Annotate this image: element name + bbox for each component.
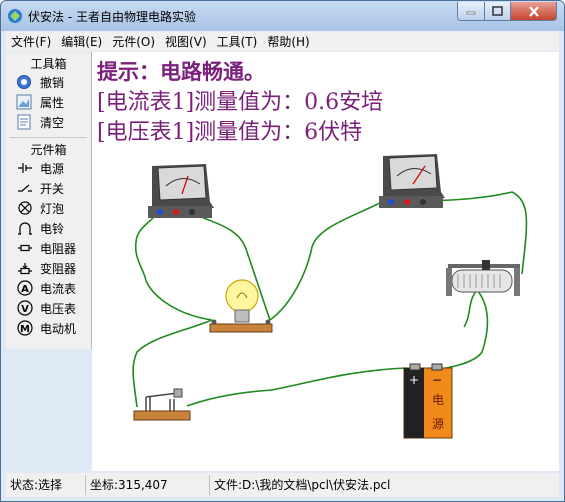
- close-icon: [528, 5, 539, 17]
- component-bell-label: 电铃: [40, 221, 65, 236]
- voltmeter-icon: V: [16, 300, 34, 316]
- tool-properties-label: 属性: [40, 95, 65, 110]
- svg-text:−: −: [432, 373, 442, 387]
- component-voltmeter-label: 电压表: [40, 301, 77, 316]
- wires: [132, 191, 528, 408]
- component-rheostat[interactable]: 变阻器: [6, 258, 91, 278]
- svg-text:A: A: [21, 284, 29, 295]
- status-bar: 状态:选择 坐标:315,407 文件:D:\我的文档\pcl\伏安法.pcl: [6, 473, 559, 497]
- lamp-icon: [16, 200, 34, 216]
- voltmeter-device: [379, 154, 445, 208]
- battery-device: + − 电 源: [403, 363, 453, 439]
- components-title: 元件箱: [30, 143, 67, 157]
- svg-text:M: M: [20, 324, 30, 335]
- tool-undo[interactable]: 撤销: [6, 72, 91, 92]
- resistor-icon: [16, 240, 34, 256]
- wire: [269, 201, 383, 321]
- component-switch[interactable]: 开关: [6, 178, 91, 198]
- toolbox-title: 工具箱: [30, 57, 67, 71]
- menu-view[interactable]: 视图(V): [160, 33, 212, 50]
- menu-bar: 文件(F) 编辑(E) 元件(O) 视图(V) 工具(T) 帮助(H): [6, 31, 559, 51]
- battery-icon: [16, 160, 34, 176]
- panel-divider: [10, 132, 87, 138]
- battery-label-top: 电: [432, 393, 444, 407]
- component-voltmeter[interactable]: V 电压表: [6, 298, 91, 318]
- minimize-icon: [466, 11, 476, 15]
- tool-clear[interactable]: 清空: [6, 112, 91, 132]
- left-panel: 工具箱 撤销 属性 清空 元件箱 电源 开关 灯泡 电铃 电阻器 变阻器 A 电…: [6, 52, 92, 349]
- component-rheostat-label: 变阻器: [40, 261, 77, 276]
- maximize-button[interactable]: [484, 2, 511, 21]
- ammeter-device: [148, 164, 214, 218]
- svg-text:+: +: [409, 373, 419, 387]
- component-lamp-label: 灯泡: [40, 201, 65, 216]
- tool-undo-label: 撤销: [40, 75, 65, 90]
- rheostat-device: [446, 260, 520, 296]
- switch-icon: [16, 180, 34, 196]
- title-bar[interactable]: 伏安法 - 王者自由物理电路实验: [1, 1, 564, 31]
- lamp-device: [209, 279, 273, 333]
- minimize-button[interactable]: [457, 2, 485, 21]
- circuit-canvas[interactable]: 提示：电路畅通。 [电流表1]测量值为：0.6安培 [电压表1]测量值为：6伏特: [92, 52, 559, 471]
- component-battery[interactable]: 电源: [6, 158, 91, 178]
- undo-icon: [16, 74, 32, 90]
- tool-clear-label: 清空: [40, 115, 65, 130]
- clear-icon: [16, 114, 32, 130]
- properties-icon: [16, 94, 32, 110]
- wire: [463, 289, 478, 328]
- component-battery-label: 电源: [40, 161, 65, 176]
- component-resistor[interactable]: 电阻器: [6, 238, 91, 258]
- component-switch-label: 开关: [40, 181, 65, 196]
- component-motor[interactable]: M 电动机: [6, 318, 91, 338]
- menu-file[interactable]: 文件(F): [6, 33, 56, 50]
- menu-help[interactable]: 帮助(H): [262, 33, 314, 50]
- status-state: 状态:选择: [6, 475, 86, 495]
- component-bell[interactable]: 电铃: [6, 218, 91, 238]
- component-ammeter-label: 电流表: [40, 281, 77, 296]
- component-lamp[interactable]: 灯泡: [6, 198, 91, 218]
- component-ammeter[interactable]: A 电流表: [6, 278, 91, 298]
- wire: [186, 367, 408, 407]
- battery-label-bottom: 源: [432, 417, 444, 431]
- maximize-icon: [492, 6, 503, 16]
- rheostat-icon: [16, 260, 34, 276]
- app-window: 伏安法 - 王者自由物理电路实验 文件(F) 编辑(E) 元件(O) 视图(V)…: [0, 0, 565, 502]
- component-resistor-label: 电阻器: [40, 241, 77, 256]
- status-coords: 坐标:315,407: [86, 475, 210, 495]
- status-file: 文件:D:\我的文档\pcl\伏安法.pcl: [214, 478, 391, 492]
- menu-edit[interactable]: 编辑(E): [56, 33, 107, 50]
- tool-properties[interactable]: 属性: [6, 92, 91, 112]
- motor-icon: M: [16, 320, 34, 336]
- svg-text:V: V: [21, 304, 29, 315]
- wire: [134, 211, 213, 321]
- switch-device: [133, 388, 191, 421]
- ammeter-icon: A: [16, 280, 34, 296]
- close-button[interactable]: [510, 2, 557, 21]
- app-icon: [8, 9, 22, 23]
- menu-tools[interactable]: 工具(T): [212, 33, 263, 50]
- menu-component[interactable]: 元件(O): [107, 33, 160, 50]
- window-title: 伏安法 - 王者自由物理电路实验: [28, 10, 196, 24]
- circuit-diagram: + − 电 源: [132, 154, 528, 439]
- component-motor-label: 电动机: [40, 321, 77, 336]
- bell-icon: [16, 220, 34, 236]
- wire: [409, 289, 489, 375]
